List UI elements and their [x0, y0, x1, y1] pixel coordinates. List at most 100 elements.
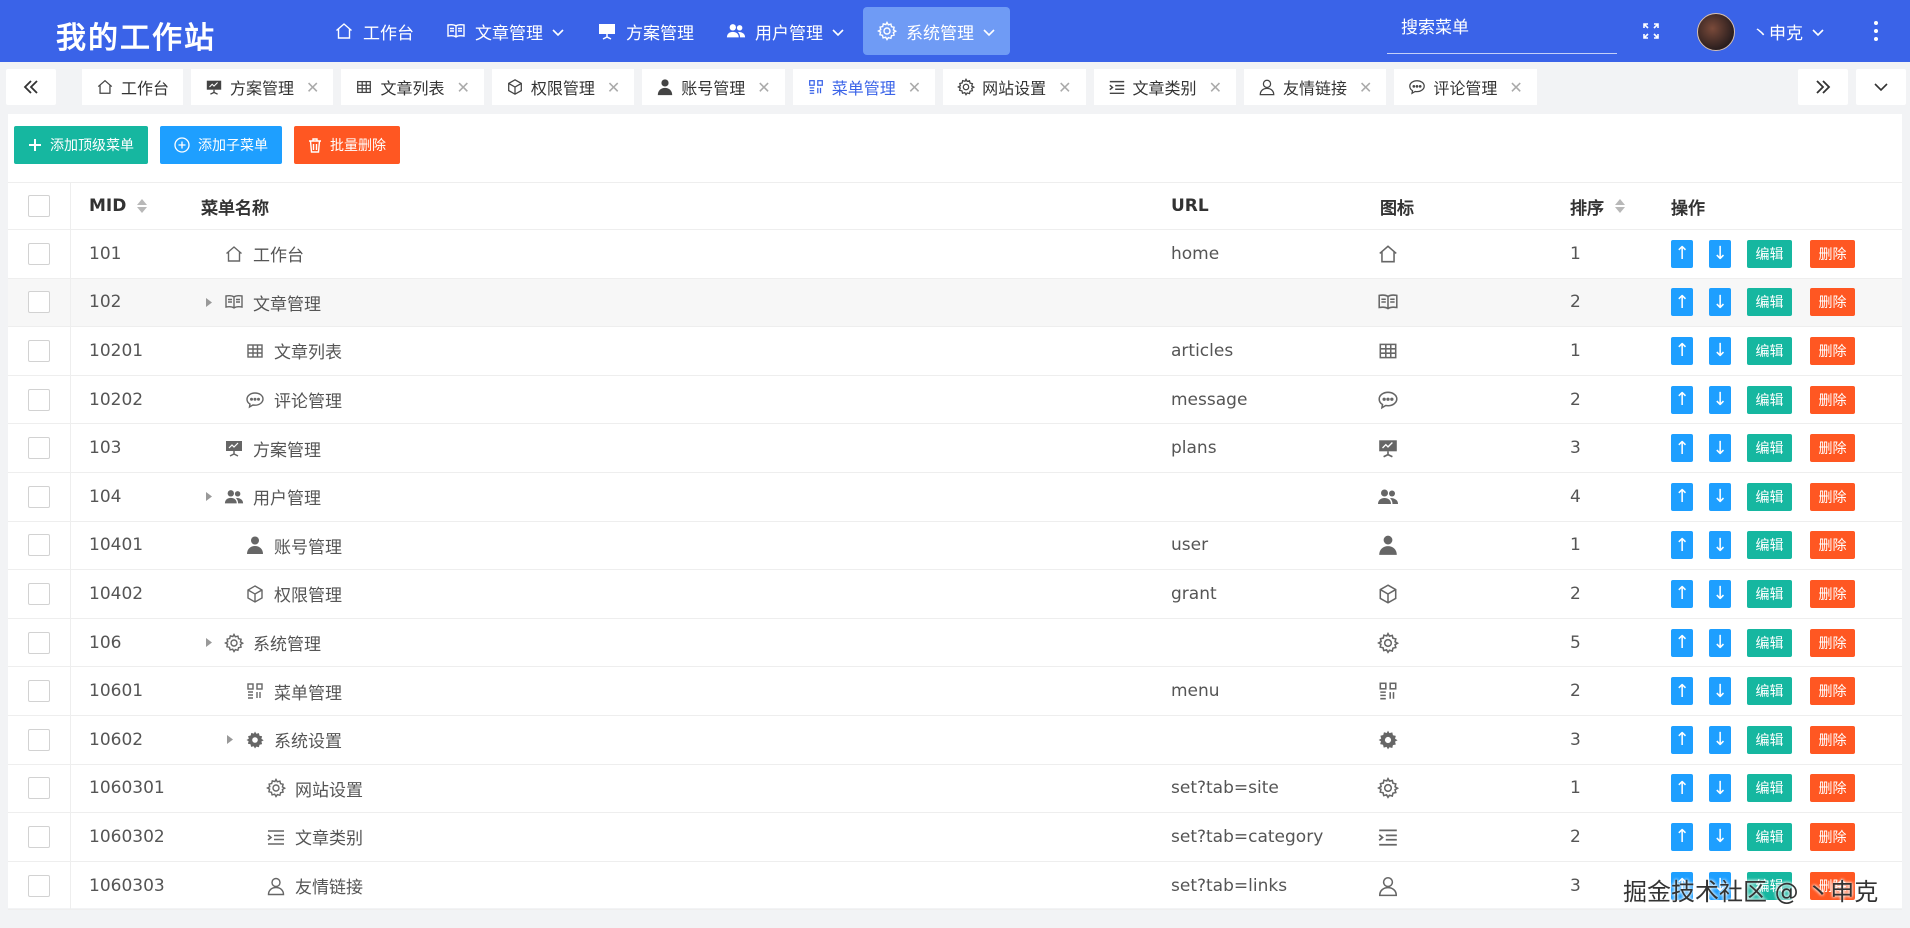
row-checkbox[interactable]	[28, 534, 50, 557]
edit-button[interactable]: 编辑	[1747, 434, 1792, 463]
fullscreen-icon[interactable]	[1641, 21, 1661, 41]
delete-button[interactable]: 删除	[1810, 385, 1855, 414]
tab[interactable]: 文章类别 ✕	[1093, 69, 1236, 105]
table-row[interactable]: 103 方案管理 plans 3 ↑ ↓ 编辑 删除	[8, 424, 1902, 473]
tab[interactable]: 评论管理 ✕	[1394, 69, 1537, 105]
edit-button[interactable]: 编辑	[1747, 628, 1792, 657]
move-down-button[interactable]: ↓	[1709, 677, 1731, 706]
edit-button[interactable]: 编辑	[1747, 725, 1792, 754]
move-down-button[interactable]: ↓	[1709, 288, 1731, 317]
delete-button[interactable]: 删除	[1810, 434, 1855, 463]
tab[interactable]: 友情链接 ✕	[1243, 69, 1387, 105]
move-up-button[interactable]: ↑	[1671, 385, 1693, 414]
delete-button[interactable]: 删除	[1810, 725, 1855, 754]
tabs-menu-button[interactable]	[1856, 69, 1906, 105]
edit-button[interactable]: 编辑	[1747, 385, 1792, 414]
tab[interactable]: 菜单管理 ✕	[792, 69, 936, 105]
table-row[interactable]: 102 文章管理 2 ↑ ↓ 编辑 删除	[8, 278, 1902, 328]
expand-arrow-icon[interactable]	[201, 491, 217, 502]
move-up-button[interactable]: ↑	[1671, 288, 1693, 317]
move-down-button[interactable]: ↓	[1709, 482, 1731, 511]
move-up-button[interactable]: ↑	[1671, 531, 1693, 560]
move-down-button[interactable]: ↓	[1709, 774, 1731, 803]
delete-button[interactable]: 删除	[1810, 288, 1855, 317]
table-row[interactable]: 101 工作台 home 1 ↑ ↓ 编辑 删除	[8, 230, 1902, 279]
close-icon[interactable]: ✕	[306, 78, 319, 97]
top-nav-item[interactable]: 用户管理	[712, 7, 859, 55]
table-row[interactable]: 10202 评论管理 message 2 ↑ ↓ 编辑 删除	[8, 375, 1902, 425]
mid-column-header[interactable]: MID	[89, 183, 148, 229]
table-row[interactable]: 10601 菜单管理 menu 2 ↑ ↓ 编辑 删除	[8, 667, 1902, 716]
sort-icon[interactable]	[136, 197, 148, 215]
tab[interactable]: 网站设置 ✕	[943, 69, 1086, 105]
move-down-button[interactable]: ↓	[1709, 579, 1731, 608]
delete-button[interactable]: 删除	[1810, 482, 1855, 511]
edit-button[interactable]: 编辑	[1747, 677, 1792, 706]
close-icon[interactable]: ✕	[1209, 78, 1222, 97]
row-checkbox[interactable]	[28, 777, 50, 800]
add-top-menu-button[interactable]: 添加顶级菜单	[14, 126, 148, 164]
table-row[interactable]: 10401 账号管理 user 1 ↑ ↓ 编辑 删除	[8, 521, 1902, 571]
close-icon[interactable]: ✕	[908, 78, 921, 97]
close-icon[interactable]: ✕	[456, 78, 469, 97]
more-vertical-icon[interactable]	[1868, 18, 1884, 44]
table-row[interactable]: 106 系统管理 5 ↑ ↓ 编辑 删除	[8, 618, 1902, 668]
tab[interactable]: 账号管理 ✕	[642, 69, 785, 105]
menu-search[interactable]	[1387, 10, 1617, 54]
delete-button[interactable]: 删除	[1810, 336, 1855, 365]
close-icon[interactable]: ✕	[607, 78, 620, 97]
edit-button[interactable]: 编辑	[1747, 336, 1792, 365]
edit-button[interactable]: 编辑	[1747, 482, 1792, 511]
move-up-button[interactable]: ↑	[1671, 434, 1693, 463]
search-input[interactable]	[1387, 10, 1617, 46]
row-checkbox[interactable]	[28, 582, 50, 605]
row-checkbox[interactable]	[28, 437, 50, 460]
delete-button[interactable]: 删除	[1810, 774, 1855, 803]
delete-button[interactable]: 删除	[1810, 239, 1855, 268]
expand-arrow-icon[interactable]	[201, 637, 217, 648]
tabs-scroll-right-button[interactable]	[1798, 69, 1848, 105]
user-menu[interactable]: 丶申克	[1752, 19, 1825, 44]
row-checkbox[interactable]	[28, 388, 50, 411]
avatar[interactable]	[1697, 13, 1735, 51]
table-row[interactable]: 1060303 友情链接 set?tab=links 3 ↑ ↓ 编辑 删除	[8, 861, 1902, 911]
select-all-checkbox[interactable]	[28, 195, 50, 217]
move-up-button[interactable]: ↑	[1671, 774, 1693, 803]
batch-delete-button[interactable]: 批量删除	[294, 126, 400, 164]
add-child-menu-button[interactable]: 添加子菜单	[160, 126, 282, 164]
move-up-button[interactable]: ↑	[1671, 677, 1693, 706]
expand-arrow-icon[interactable]	[222, 734, 238, 745]
close-icon[interactable]: ✕	[757, 78, 770, 97]
row-checkbox[interactable]	[28, 291, 50, 314]
row-checkbox[interactable]	[28, 825, 50, 848]
move-up-button[interactable]: ↑	[1671, 239, 1693, 268]
top-nav-item[interactable]: 方案管理	[583, 7, 708, 55]
sort-column-header[interactable]: 排序	[1570, 183, 1626, 229]
delete-button[interactable]: 删除	[1810, 677, 1855, 706]
row-checkbox[interactable]	[28, 339, 50, 362]
move-down-button[interactable]: ↓	[1709, 385, 1731, 414]
tab[interactable]: 权限管理 ✕	[491, 69, 635, 105]
close-icon[interactable]: ✕	[1058, 78, 1071, 97]
delete-button[interactable]: 删除	[1810, 822, 1855, 851]
edit-button[interactable]: 编辑	[1747, 774, 1792, 803]
row-checkbox[interactable]	[28, 242, 50, 265]
edit-button[interactable]: 编辑	[1747, 239, 1792, 268]
tab[interactable]: 文章列表 ✕	[341, 69, 484, 105]
close-icon[interactable]: ✕	[1359, 78, 1372, 97]
move-up-button[interactable]: ↑	[1671, 482, 1693, 511]
move-down-button[interactable]: ↓	[1709, 725, 1731, 754]
edit-button[interactable]: 编辑	[1747, 579, 1792, 608]
move-down-button[interactable]: ↓	[1709, 531, 1731, 560]
delete-button[interactable]: 删除	[1810, 531, 1855, 560]
table-row[interactable]: 10201 文章列表 articles 1 ↑ ↓ 编辑 删除	[8, 327, 1902, 376]
row-checkbox[interactable]	[28, 874, 50, 897]
row-checkbox[interactable]	[28, 485, 50, 508]
table-row[interactable]: 10602 系统设置 3 ↑ ↓ 编辑 删除	[8, 715, 1902, 765]
app-logo[interactable]: 我的工作站	[56, 13, 216, 57]
edit-button[interactable]: 编辑	[1747, 822, 1792, 851]
move-up-button[interactable]: ↑	[1671, 725, 1693, 754]
tab[interactable]: 方案管理 ✕	[191, 69, 334, 105]
top-nav-item[interactable]: 文章管理	[432, 7, 579, 55]
move-up-button[interactable]: ↑	[1671, 822, 1693, 851]
